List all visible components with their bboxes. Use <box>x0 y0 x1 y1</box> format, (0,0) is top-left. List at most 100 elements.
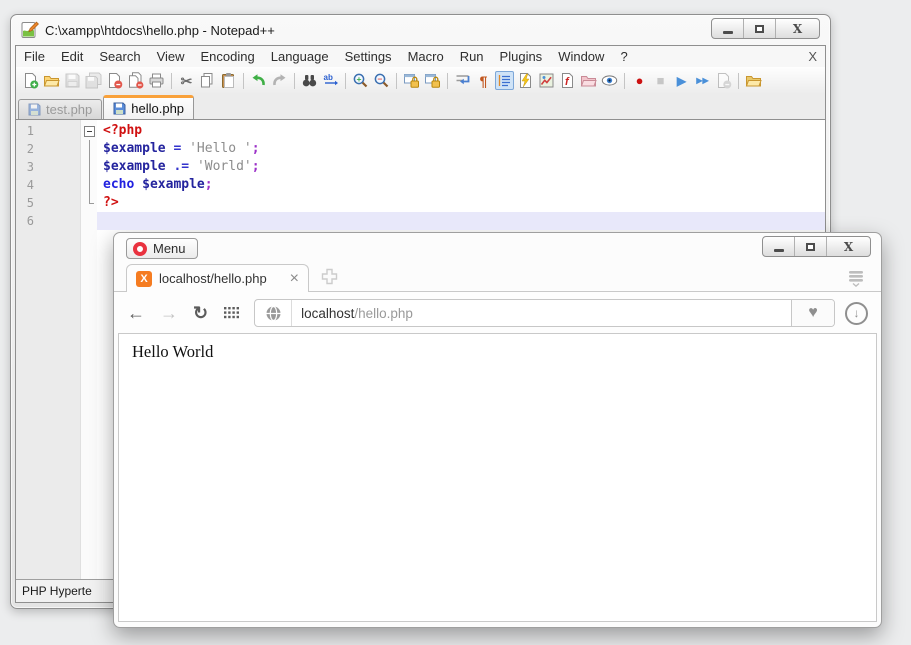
restore-button[interactable] <box>744 19 776 38</box>
document-map-icon[interactable] <box>537 71 556 90</box>
close-button[interactable]: X <box>776 19 819 38</box>
status-doctype: PHP Hyperte <box>16 580 117 602</box>
menu-item-macro[interactable]: Macro <box>400 47 452 66</box>
restore-icon <box>806 243 815 251</box>
code-text <box>97 212 825 230</box>
menu-item-plugins[interactable]: Plugins <box>492 47 551 66</box>
address-bar[interactable]: localhost/hello.php ♥ <box>254 299 835 327</box>
toolbar-separator <box>171 73 172 89</box>
desktop: { "colors": { "accent_orange": "#f9a13a"… <box>0 0 911 645</box>
macro-play-icon[interactable]: ▶ <box>672 71 691 90</box>
paste-icon[interactable] <box>219 71 238 90</box>
editor-tab-hello-php[interactable]: hello.php <box>103 95 194 119</box>
menu-item-window[interactable]: Window <box>550 47 612 66</box>
save-all-icon[interactable] <box>84 71 103 90</box>
menu-item-run[interactable]: Run <box>452 47 492 66</box>
download-button[interactable]: ↓ <box>845 302 868 325</box>
speed-dial-icon[interactable] <box>223 306 240 320</box>
menubar-close-icon[interactable]: X <box>808 49 817 64</box>
toolbar-separator <box>738 73 739 89</box>
editor-tab-test-php[interactable]: test.php <box>18 99 102 119</box>
word-wrap-icon[interactable] <box>453 71 472 90</box>
find-icon[interactable] <box>300 71 319 90</box>
notepad-menubar: FileEditSearchViewEncodingLanguageSettin… <box>16 46 825 67</box>
copy-icon[interactable] <box>198 71 217 90</box>
menu-item-search[interactable]: Search <box>91 47 148 66</box>
line-number: 4 <box>16 178 34 192</box>
doc-switcher-icon[interactable] <box>516 71 535 90</box>
fold-end[interactable] <box>81 194 97 212</box>
reload-button[interactable]: ↻ <box>193 304 208 322</box>
monitoring-icon[interactable] <box>600 71 619 90</box>
new-file-icon[interactable] <box>21 71 40 90</box>
notepad-toolbar: ✂ab+−¶f●■▶▶▶ <box>16 67 825 94</box>
sync-vertical-scroll-icon[interactable] <box>402 71 421 90</box>
svg-text:−: − <box>378 74 383 84</box>
close-button[interactable]: X <box>827 237 870 256</box>
restore-button[interactable] <box>795 237 827 256</box>
opera-menu-label: Menu <box>153 241 186 256</box>
opera-menu-button[interactable]: Menu <box>126 238 198 259</box>
fold-line[interactable] <box>81 140 97 158</box>
line-number: 6 <box>16 214 34 228</box>
redo-icon[interactable] <box>270 71 289 90</box>
tab-label: test.php <box>46 102 92 117</box>
replace-icon[interactable]: ab <box>321 71 340 90</box>
close-file-icon[interactable] <box>105 71 124 90</box>
notepad-titlebar[interactable]: C:\xampp\htdocs\hello.php - Notepad++ X <box>11 15 830 45</box>
menu-item-edit[interactable]: Edit <box>53 47 91 66</box>
show-all-characters-icon[interactable]: ¶ <box>474 71 493 90</box>
macro-save-icon[interactable] <box>714 71 733 90</box>
menu-item-encoding[interactable]: Encoding <box>193 47 263 66</box>
menu-item-file[interactable]: File <box>16 47 53 66</box>
function-list-icon[interactable]: f <box>558 71 577 90</box>
window-title: C:\xampp\htdocs\hello.php - Notepad++ <box>45 23 275 38</box>
url-text[interactable]: localhost/hello.php <box>292 306 413 321</box>
zoom-in-icon[interactable]: + <box>351 71 370 90</box>
toolbar-separator <box>243 73 244 89</box>
code-text: <?php <box>97 122 825 140</box>
open-containing-folder-icon[interactable] <box>744 71 763 90</box>
line-number: 3 <box>16 160 34 174</box>
fold-line[interactable] <box>81 158 97 176</box>
code-text: echo $example; <box>97 176 825 194</box>
new-tab-button[interactable] <box>320 267 339 286</box>
macro-record-icon[interactable]: ● <box>630 71 649 90</box>
menu-item-settings[interactable]: Settings <box>337 47 400 66</box>
code-text: $example .= 'World'; <box>97 158 825 176</box>
fold-collapse-icon[interactable] <box>81 122 97 140</box>
menu-item-language[interactable]: Language <box>263 47 337 66</box>
macro-stop-icon[interactable]: ■ <box>651 71 670 90</box>
show-indent-guide-icon[interactable] <box>495 71 514 90</box>
undo-icon[interactable] <box>249 71 268 90</box>
print-icon[interactable] <box>147 71 166 90</box>
zoom-out-icon[interactable]: − <box>372 71 391 90</box>
tab-close-icon[interactable]: × <box>290 271 299 287</box>
macro-run-multiple-icon[interactable]: ▶▶ <box>693 71 712 90</box>
fold-margin-empty[interactable] <box>81 212 97 230</box>
save-file-icon[interactable] <box>63 71 82 90</box>
sync-horizontal-scroll-icon[interactable] <box>423 71 442 90</box>
fold-line[interactable] <box>81 176 97 194</box>
toolbar-separator <box>345 73 346 89</box>
tab-menu-icon[interactable] <box>847 270 865 287</box>
menu-item-help[interactable]: ? <box>612 47 635 66</box>
bookmark-heart-button[interactable]: ♥ <box>791 300 834 326</box>
line-number: 2 <box>16 142 34 156</box>
code-line-6: 6 <box>16 212 825 230</box>
code-text: $example = 'Hello '; <box>97 140 825 158</box>
browser-tab[interactable]: X localhost/hello.php × <box>126 264 309 292</box>
close-icon: X <box>793 22 802 36</box>
menu-item-view[interactable]: View <box>149 47 193 66</box>
close-all-files-icon[interactable] <box>126 71 145 90</box>
minimize-button[interactable] <box>712 19 744 38</box>
minimize-button[interactable] <box>763 237 795 256</box>
folder-as-workspace-icon[interactable] <box>579 71 598 90</box>
opera-window-controls: X <box>762 236 871 257</box>
cut-icon[interactable]: ✂ <box>177 71 196 90</box>
forward-button[interactable]: → <box>160 304 178 322</box>
open-file-icon[interactable] <box>42 71 61 90</box>
opera-titlebar[interactable]: Menu X <box>114 233 881 260</box>
back-button[interactable]: ← <box>127 304 145 322</box>
close-icon: X <box>844 240 853 254</box>
